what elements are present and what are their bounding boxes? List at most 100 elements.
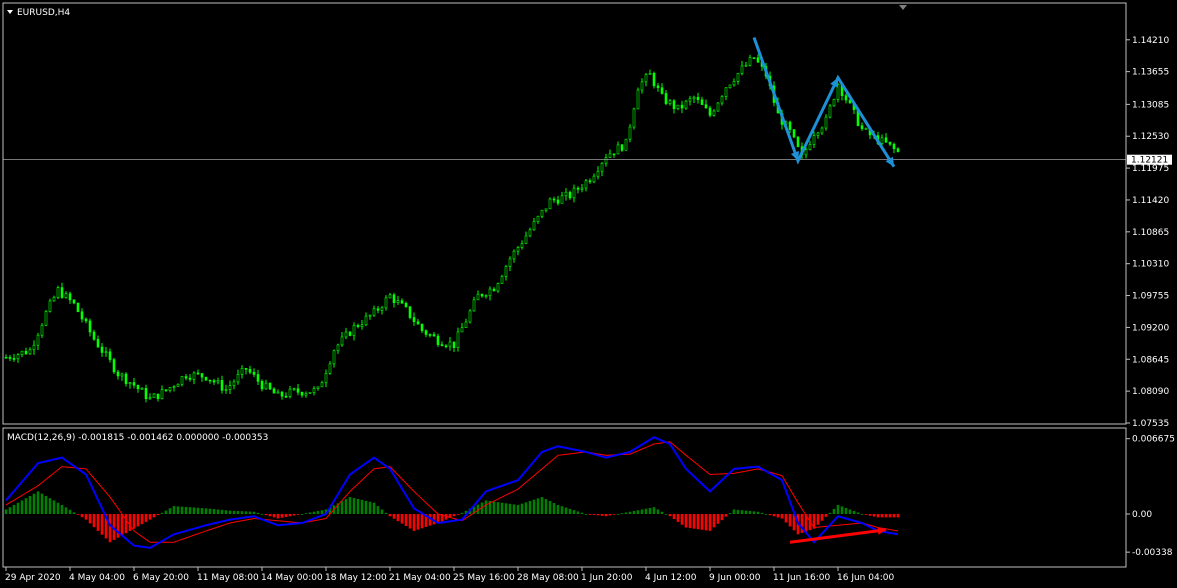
histogram-bar <box>816 513 820 525</box>
candle-body <box>816 132 820 136</box>
histogram-bar <box>16 502 20 514</box>
histogram-bar <box>100 513 104 535</box>
candles[interactable] <box>4 54 900 403</box>
histogram-bar <box>396 513 400 522</box>
candle-body <box>688 98 692 102</box>
histogram-bar <box>276 513 280 519</box>
symbol-label: EURUSD,H4 <box>17 8 70 18</box>
candle-body <box>248 368 252 373</box>
candle-body <box>28 349 32 355</box>
candle-body <box>56 287 60 298</box>
candle-body <box>192 372 196 380</box>
histogram-bar <box>184 506 188 514</box>
candle-body <box>844 95 848 101</box>
candle-body <box>376 308 380 311</box>
histogram-bar <box>696 513 700 530</box>
candle-body <box>260 381 264 390</box>
candle-body <box>240 368 244 375</box>
histogram-bar <box>888 513 892 518</box>
histogram-bar <box>880 513 884 518</box>
histogram-bar <box>552 502 556 514</box>
time-tick-label: 6 May 20:00 <box>133 573 189 583</box>
histogram-bar <box>688 513 692 529</box>
candle-body <box>368 314 372 317</box>
time-axis: 29 Apr 2020 4 May 04:00 6 May 20:00 11 May … <box>5 567 894 583</box>
candle-body <box>288 388 292 397</box>
candle-body <box>40 324 44 336</box>
candle-body <box>8 357 12 359</box>
time-tick-label: 29 Apr 2020 <box>5 573 61 583</box>
histogram-bar <box>208 508 212 514</box>
candle-body <box>188 377 192 380</box>
histogram-bar <box>788 513 792 527</box>
histogram-bar <box>160 512 164 514</box>
histogram-bar <box>76 513 80 515</box>
histogram-bar <box>744 510 748 514</box>
histogram-bar <box>608 513 612 516</box>
histogram-bar <box>176 506 180 514</box>
histogram-bar <box>868 513 872 516</box>
candle-body <box>468 310 472 323</box>
price-tick-label: 1.14210 <box>1132 36 1169 46</box>
candle-body <box>888 141 892 145</box>
macd-label: MACD(12,26,9) -0.001815 -0.001462 0.0000… <box>7 433 268 443</box>
candle-body <box>324 373 328 384</box>
price-axis: 1.142101.136551.130851.125301.119751.114… <box>1126 36 1169 429</box>
candle-body <box>204 376 208 381</box>
candle-body <box>84 318 88 322</box>
candle-body <box>552 198 556 201</box>
histogram-bar <box>288 513 292 517</box>
histogram-bar <box>384 512 388 514</box>
candle-body <box>48 300 52 312</box>
candle-body <box>584 180 588 189</box>
shift-marker-icon[interactable] <box>899 5 907 10</box>
histogram-bar <box>768 513 772 516</box>
candle-body <box>276 391 280 394</box>
histogram-bar <box>496 502 500 514</box>
candle-body <box>360 324 364 327</box>
symbol-menu-icon[interactable] <box>7 10 13 14</box>
eurusd-h4-chart[interactable]: 1.142101.136551.130851.125301.119751.114… <box>0 0 1177 588</box>
histogram-bar <box>68 509 72 514</box>
histogram-bar <box>600 513 604 516</box>
candle-body <box>724 87 728 97</box>
price-tick-label: 1.13655 <box>1132 68 1169 78</box>
candle-body <box>396 300 400 304</box>
histogram-bar <box>300 513 304 515</box>
candle-body <box>444 345 448 348</box>
histogram-bar <box>344 499 348 514</box>
macd-tick-label: 0.00 <box>1132 510 1152 520</box>
candle-body <box>272 388 276 394</box>
histogram-bar <box>624 512 628 514</box>
candle-body <box>412 317 416 322</box>
macd-lines <box>5 436 899 549</box>
candle-body <box>72 299 76 304</box>
macd-panel-frame <box>2 427 1127 568</box>
candle-body <box>196 372 200 375</box>
candle-body <box>696 96 700 101</box>
histogram-bar <box>144 513 148 522</box>
candle-body <box>740 65 744 74</box>
candle-body <box>744 64 748 67</box>
histogram-bar <box>520 503 524 514</box>
histogram-bar <box>832 508 836 514</box>
candle-body <box>612 153 616 156</box>
candle-body <box>720 96 724 104</box>
histogram-bar <box>316 510 320 514</box>
histogram-bar <box>244 511 248 514</box>
histogram-bar <box>284 513 288 517</box>
histogram-bar <box>116 513 120 538</box>
histogram-bar <box>712 513 716 528</box>
histogram-bar <box>72 512 76 514</box>
histogram-bar <box>672 513 676 520</box>
candle-body <box>896 148 900 152</box>
histogram-bar <box>304 513 308 515</box>
candle-body <box>456 331 460 348</box>
histogram-bar <box>212 509 216 514</box>
candle-body <box>528 229 532 237</box>
candle-body <box>148 397 152 400</box>
candle-body <box>436 335 440 345</box>
histogram-bar <box>508 503 512 514</box>
histogram-bar <box>576 511 580 514</box>
candle-body <box>336 344 340 351</box>
